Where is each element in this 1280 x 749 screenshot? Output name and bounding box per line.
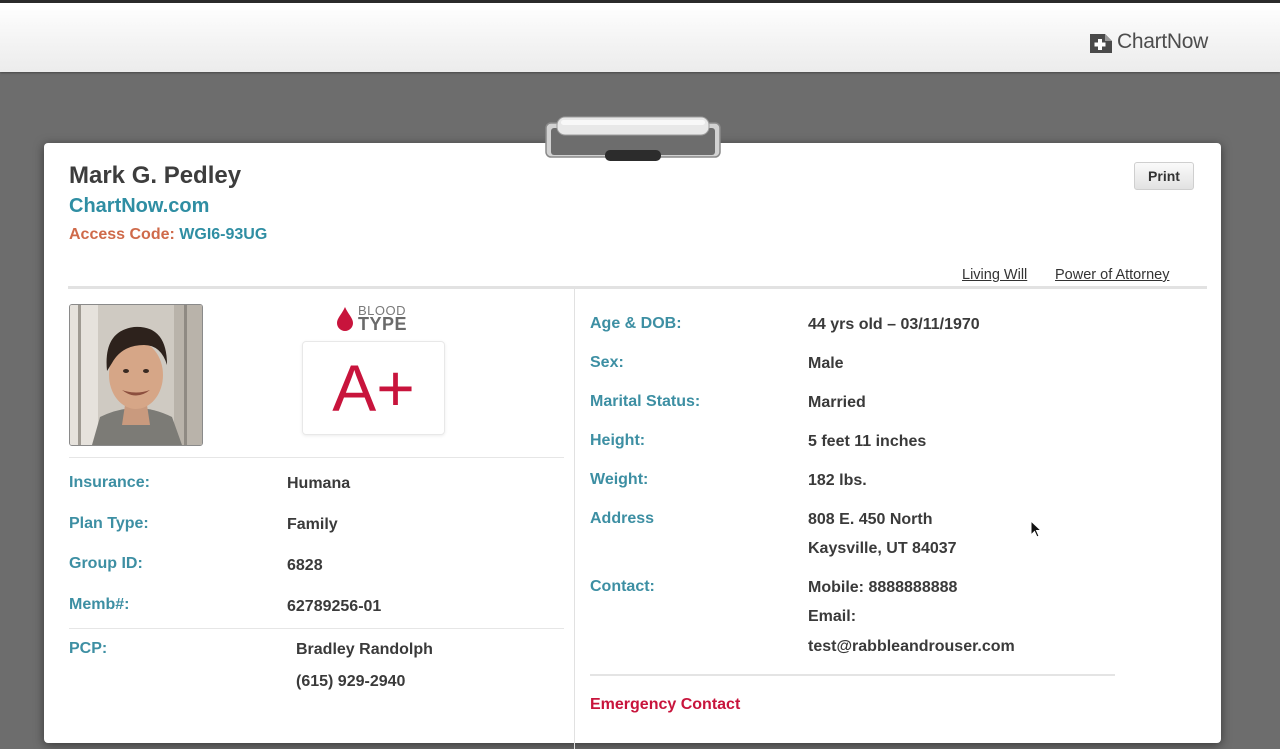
pcp-name: Bradley Randolph	[296, 641, 433, 658]
member-number-value: 62789256-01	[287, 598, 382, 615]
pcp-phone: (615) 929-2940	[296, 673, 406, 690]
access-code-value: WGI6-93UG	[179, 226, 268, 243]
insurance-divider	[69, 457, 564, 458]
clipboard-clip	[545, 116, 721, 161]
emergency-contact-heading: Emergency Contact	[590, 696, 741, 713]
emergency-divider	[590, 674, 1115, 676]
address-line-2: Kaysville, UT 84037	[808, 540, 957, 557]
app-header: ChartNow	[0, 0, 1280, 72]
age-dob-value: 44 yrs old – 03/11/1970	[808, 316, 980, 333]
contact-mobile: Mobile: 8888888888	[808, 579, 958, 596]
insurance-label: Insurance:	[69, 474, 150, 491]
weight-value: 182 lbs.	[808, 472, 867, 489]
sex-label: Sex:	[590, 354, 624, 371]
sex-value: Male	[808, 355, 844, 372]
age-dob-label: Age & DOB:	[590, 315, 682, 332]
height-label: Height:	[590, 432, 646, 449]
blood-type-value: A+	[332, 351, 415, 425]
group-id-value: 6828	[287, 557, 323, 574]
patient-photo	[69, 304, 203, 446]
site-link[interactable]: ChartNow.com	[69, 195, 209, 218]
access-code-label: Access Code:	[69, 226, 175, 243]
contact-email-label: Email:	[808, 608, 857, 625]
access-code: Access Code: WGI6-93UG	[69, 226, 267, 244]
plan-type-label: Plan Type:	[69, 515, 149, 532]
pcp-label: PCP:	[69, 640, 108, 657]
contact-email: test@rabbleandrouser.com	[808, 638, 1015, 655]
group-id-label: Group ID:	[69, 555, 143, 572]
plan-type-value: Family	[287, 516, 338, 533]
chartnow-logo[interactable]: ChartNow	[1089, 27, 1208, 57]
blood-type-heading: BLOOD TYPE	[336, 303, 416, 334]
medical-cross-icon	[1090, 34, 1113, 53]
mouse-cursor-icon	[1030, 520, 1042, 538]
header-divider	[68, 286, 1207, 289]
address-line-1: 808 E. 450 North	[808, 511, 933, 528]
power-of-attorney-link[interactable]: Power of Attorney	[1055, 267, 1169, 283]
member-number-label: Memb#:	[69, 596, 130, 613]
height-value: 5 feet 11 inches	[808, 433, 927, 450]
insurance-value: Humana	[287, 475, 351, 492]
blood-type-box: A+	[302, 341, 445, 435]
blood-label-big: TYPE	[358, 314, 408, 334]
column-divider	[574, 289, 575, 749]
pcp-divider	[69, 628, 564, 629]
weight-label: Weight:	[590, 471, 649, 488]
contact-label: Contact:	[590, 578, 655, 595]
brand-name: ChartNow	[1117, 30, 1208, 53]
address-label: Address	[590, 510, 655, 527]
print-button[interactable]: Print	[1134, 162, 1194, 190]
marital-status-label: Marital Status:	[590, 393, 701, 410]
patient-card: Mark G. Pedley ChartNow.com Access Code:…	[44, 143, 1221, 749]
blood-drop-icon	[337, 307, 353, 331]
patient-name: Mark G. Pedley	[69, 162, 242, 189]
living-will-link[interactable]: Living Will	[962, 267, 1027, 283]
marital-status-value: Married	[808, 394, 866, 411]
